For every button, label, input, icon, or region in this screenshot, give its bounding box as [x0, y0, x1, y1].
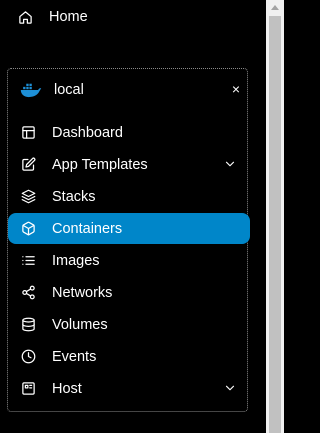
nav-item-label: App Templates [52, 156, 148, 173]
clock-icon [21, 349, 36, 364]
scrollbar-thumb[interactable] [269, 16, 281, 433]
environment-name: local [54, 82, 84, 98]
nav-item-networks[interactable]: Networks [8, 277, 249, 308]
nav-item-containers[interactable]: Containers [8, 213, 250, 244]
database-icon [21, 317, 36, 332]
nav-item-label: Dashboard [52, 124, 123, 141]
scrollbar[interactable] [262, 0, 300, 433]
docker-whale-icon [20, 82, 42, 98]
environment-panel: local × Dashboard App Templates Stacks C… [7, 68, 250, 412]
nav-item-label: Volumes [52, 316, 108, 333]
dashboard-icon [21, 125, 36, 140]
chevron-down-icon[interactable] [223, 157, 237, 171]
chevron-down-icon[interactable] [223, 381, 237, 395]
server-icon [21, 381, 36, 396]
nav-item-label: Containers [52, 220, 123, 237]
nav-item-label: Networks [52, 284, 113, 301]
share-icon [21, 285, 36, 300]
nav-item-label: Stacks [52, 188, 96, 205]
scrollbar-track[interactable] [266, 0, 284, 433]
list-icon [21, 253, 36, 268]
nav-item-events[interactable]: Events [8, 341, 249, 372]
nav-item-host[interactable]: Host [8, 373, 249, 404]
nav-item-images[interactable]: Images [8, 245, 249, 276]
scroll-up-arrow-icon[interactable] [271, 5, 279, 10]
box-icon [21, 221, 36, 236]
sidebar: Home local × Dashboard App Templates Sta… [0, 0, 262, 433]
home-icon [18, 10, 33, 25]
nav-item-label: Host [52, 380, 82, 397]
home-label: Home [49, 9, 88, 25]
nav-item-app-templates[interactable]: App Templates [8, 149, 249, 180]
nav-item-stacks[interactable]: Stacks [8, 181, 249, 212]
environment-header[interactable]: local × [20, 79, 240, 101]
nav-item-label: Images [52, 252, 100, 269]
nav-item-volumes[interactable]: Volumes [8, 309, 249, 340]
edit-icon [21, 157, 36, 172]
home-link[interactable]: Home [18, 6, 88, 28]
layers-icon [21, 189, 36, 204]
close-environment-button[interactable]: × [228, 81, 244, 97]
nav-item-dashboard[interactable]: Dashboard [8, 117, 249, 148]
nav-item-label: Events [52, 348, 97, 365]
